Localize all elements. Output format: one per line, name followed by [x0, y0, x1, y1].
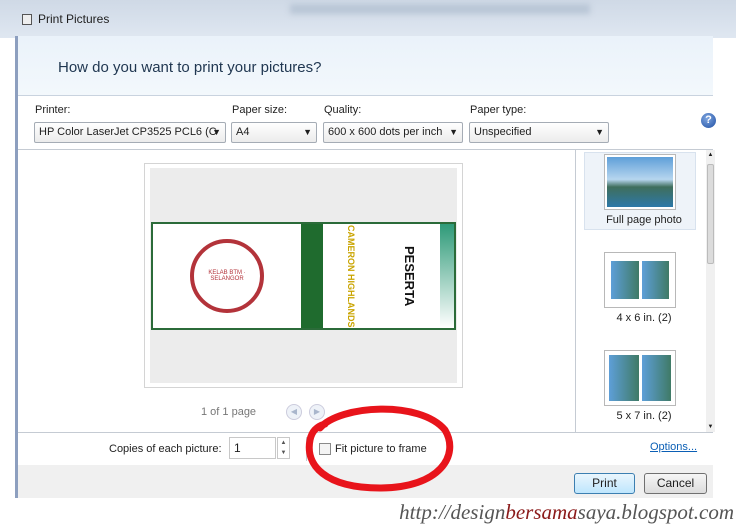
cover-panel: CAMERON HIGHLANDS PESERTA — [323, 224, 440, 328]
title-bar: Print Pictures — [22, 10, 109, 28]
paper-size-label: Paper size: — [232, 104, 288, 116]
scroll-up-icon[interactable]: ▲ — [706, 152, 715, 158]
chevron-down-icon: ▼ — [449, 127, 458, 137]
cover-edge — [440, 224, 454, 328]
print-button[interactable]: Print — [574, 473, 635, 494]
scroll-down-icon[interactable]: ▼ — [706, 424, 715, 430]
options-link[interactable]: Options... — [650, 441, 697, 453]
layout-label: Full page photo — [606, 214, 682, 226]
printer-select[interactable]: HP Color LaserJet CP3525 PCL6 (C ▼ — [34, 122, 226, 143]
paper-size-value: A4 — [236, 126, 250, 138]
help-icon[interactable]: ? — [701, 113, 716, 128]
watermark: http://designbersamasaya.blogspot.com — [399, 500, 734, 525]
watermark-part: http://design — [399, 500, 506, 524]
layout-thumb — [604, 154, 676, 210]
printer-value: HP Color LaserJet CP3525 PCL6 (C — [39, 126, 217, 138]
printer-label: Printer: — [35, 104, 71, 116]
floral-strip — [301, 224, 323, 328]
quality-label: Quality: — [324, 104, 362, 116]
dialog-header: How do you want to print your pictures? — [18, 36, 713, 96]
preview-area: KELAB BTM · SELANGOR CAMERON HIGHLANDS P… — [18, 150, 575, 432]
page-preview: KELAB BTM · SELANGOR CAMERON HIGHLANDS P… — [144, 163, 463, 388]
chevron-down-icon: ▼ — [595, 127, 604, 137]
seal-logo: KELAB BTM · SELANGOR — [190, 239, 264, 313]
cover-title: CAMERON HIGHLANDS — [346, 224, 356, 328]
quality-value: 600 x 600 dots per inch — [328, 126, 443, 138]
background-app — [0, 0, 736, 38]
page-title: How do you want to print your pictures? — [58, 59, 322, 76]
copies-stepper[interactable]: ▲ ▼ — [277, 437, 290, 459]
scroll-thumb[interactable] — [707, 164, 714, 264]
scrollbar[interactable]: ▲ ▼ — [706, 150, 715, 432]
red-annotation-circle — [305, 405, 454, 492]
paper-size-select[interactable]: A4 ▼ — [231, 122, 317, 143]
layout-label: 4 x 6 in. (2) — [616, 312, 672, 324]
watermark-part: bersama — [505, 500, 578, 524]
layout-list: Full page photo 4 x 6 in. (2) 5 x 7 in. … — [575, 150, 715, 432]
quality-select[interactable]: 600 x 600 dots per inch ▼ — [323, 122, 463, 143]
layout-item-5x7[interactable] — [604, 350, 676, 406]
chevron-down-icon: ▼ — [212, 127, 221, 137]
watermark-part: saya.blogspot.com — [577, 500, 734, 524]
page-indicator: 1 of 1 page — [201, 406, 257, 418]
seal-panel: KELAB BTM · SELANGOR — [153, 224, 301, 328]
copies-input[interactable]: 1 — [229, 437, 276, 459]
paper-type-label: Paper type: — [470, 104, 527, 116]
paper-type-select[interactable]: Unspecified ▼ — [469, 122, 609, 143]
page-sheet: KELAB BTM · SELANGOR CAMERON HIGHLANDS P… — [150, 168, 457, 383]
printer-icon — [22, 13, 32, 25]
cancel-button[interactable]: Cancel — [644, 473, 707, 494]
copies-label: Copies of each picture: — [109, 443, 222, 455]
window-title: Print Pictures — [38, 12, 110, 26]
layout-item-4x6[interactable] — [604, 252, 676, 308]
picture-preview: KELAB BTM · SELANGOR CAMERON HIGHLANDS P… — [151, 222, 456, 330]
cover-label: PESERTA — [402, 245, 417, 307]
paper-type-value: Unspecified — [474, 126, 532, 138]
layout-label: 5 x 7 in. (2) — [616, 410, 672, 422]
chevron-down-icon: ▼ — [303, 127, 312, 137]
